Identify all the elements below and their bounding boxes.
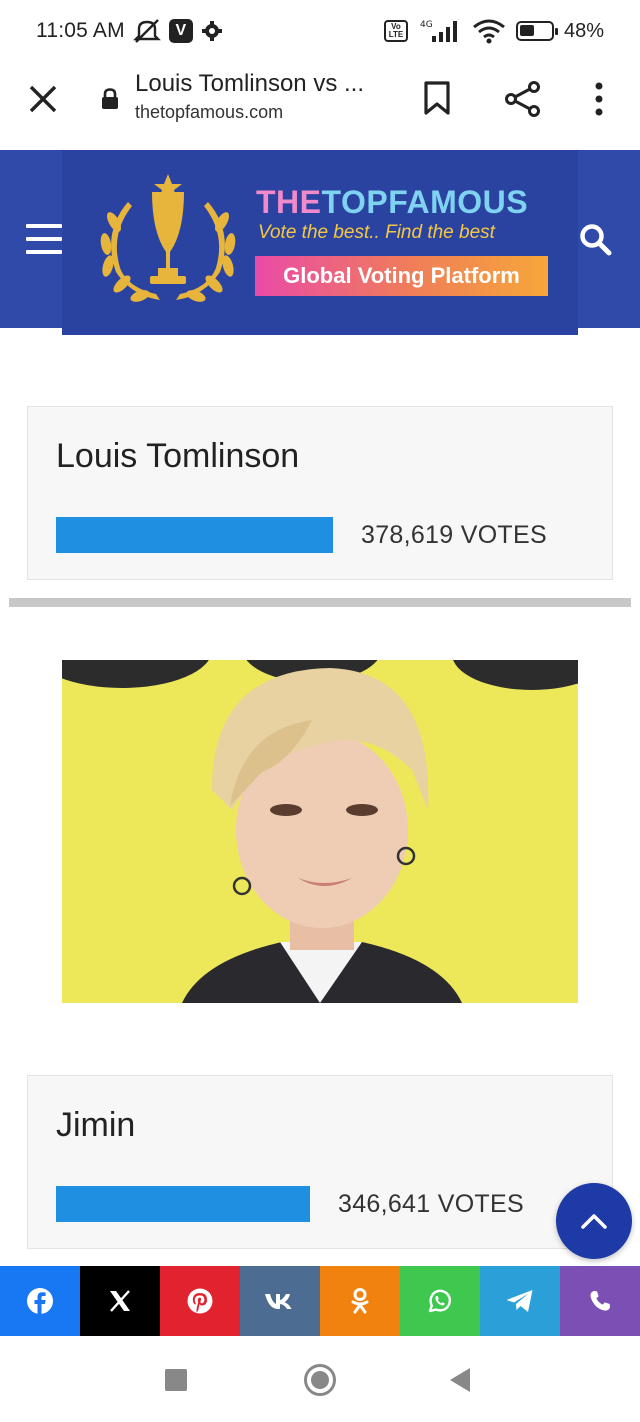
v-app-icon: V (168, 19, 193, 43)
battery-percent: 48% (563, 19, 604, 42)
contestant-name: Louis Tomlinson (56, 437, 300, 475)
social-share-bar (0, 1266, 640, 1336)
vote-count: 378,619 VOTES (361, 521, 547, 549)
pinterest-share-button[interactable] (160, 1266, 240, 1336)
settings-icon (201, 20, 223, 42)
more-options-button[interactable] (586, 80, 612, 118)
close-icon (29, 85, 57, 113)
lock-icon (100, 88, 120, 110)
signal-icon: 4G (418, 18, 462, 44)
site-header: THETOPFAMOUS Vote the best.. Find the be… (0, 150, 640, 335)
scroll-to-top-button[interactable] (556, 1183, 632, 1259)
platform-badge: Global Voting Platform (255, 256, 548, 296)
contestant-card: Louis Tomlinson 378,619 VOTES (27, 406, 613, 580)
status-bar: 11:05 AM V Vo LTE 4G 48% (0, 0, 640, 62)
search-button[interactable] (578, 222, 614, 258)
menu-button[interactable] (26, 224, 64, 256)
section-divider (9, 598, 631, 607)
x-icon (110, 1290, 130, 1312)
odnoklassniki-share-button[interactable] (320, 1266, 400, 1336)
share-button[interactable] (504, 80, 542, 118)
network-type: 4G (420, 20, 433, 30)
url-domain: thetopfamous.com (135, 102, 284, 122)
volte-icon: Vo LTE (383, 20, 408, 42)
viber-icon (590, 1291, 610, 1311)
brand-the: THE (256, 184, 322, 220)
whatsapp-icon (428, 1289, 452, 1313)
back-button[interactable] (450, 1368, 470, 1392)
brand-rest: TOPFAMOUS (321, 184, 529, 220)
telegram-icon (506, 1290, 533, 1312)
x-share-button[interactable] (80, 1266, 160, 1336)
vote-bar (56, 517, 333, 553)
contestant-name: Jimin (56, 1106, 136, 1144)
wifi-icon (472, 18, 506, 44)
contestant-photo (62, 660, 578, 1003)
page-title: Louis Tomlinson vs ... (135, 70, 364, 97)
mute-icon (132, 18, 161, 44)
clock: 11:05 AM (36, 19, 125, 42)
vk-icon (265, 1294, 292, 1309)
recent-apps-button[interactable] (165, 1369, 187, 1391)
odnoklassniki-icon (351, 1288, 369, 1314)
hamburger-icon (26, 224, 62, 228)
search-icon (580, 224, 612, 256)
share-icon (505, 81, 540, 117)
vote-bar (56, 1186, 310, 1222)
close-button[interactable] (26, 82, 60, 116)
trophy-laurel-icon (88, 172, 248, 310)
url-area[interactable]: Louis Tomlinson vs ... thetopfamous.com (135, 70, 405, 123)
contestant-card: Jimin 346,641 VOTES (27, 1075, 613, 1249)
facebook-share-button[interactable] (0, 1266, 80, 1336)
whatsapp-share-button[interactable] (400, 1266, 480, 1336)
brand-name[interactable]: THETOPFAMOUS (256, 184, 528, 221)
bookmark-icon (424, 81, 450, 115)
more-vert-icon (595, 82, 603, 116)
facebook-icon (27, 1288, 53, 1314)
vk-share-button[interactable] (240, 1266, 320, 1336)
tagline: Vote the best.. Find the best (258, 222, 495, 243)
chevron-up-icon (581, 1214, 607, 1229)
bookmark-button[interactable] (422, 80, 452, 116)
status-left: 11:05 AM V (36, 18, 223, 44)
telegram-share-button[interactable] (480, 1266, 560, 1336)
battery-icon (515, 21, 558, 41)
vote-count: 346,641 VOTES (338, 1190, 524, 1218)
system-nav-bar (0, 1336, 640, 1422)
browser-toolbar: Louis Tomlinson vs ... thetopfamous.com (0, 62, 640, 150)
status-right: Vo LTE 4G 48% (383, 18, 604, 44)
home-button[interactable] (304, 1364, 336, 1396)
battery-fill (519, 25, 534, 36)
viber-share-button[interactable] (560, 1266, 640, 1336)
pinterest-icon (187, 1288, 213, 1314)
